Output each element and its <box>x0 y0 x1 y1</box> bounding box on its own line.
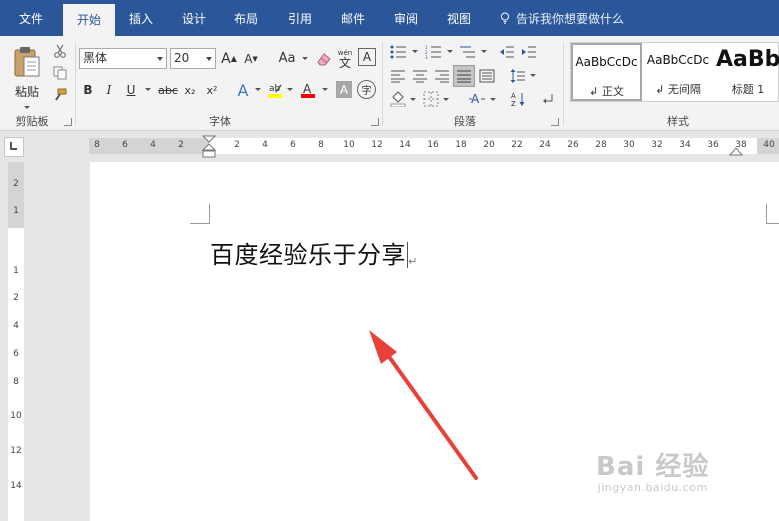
watermark-url: jingyan.baidu.com <box>597 481 708 494</box>
annotation-arrow <box>369 330 478 480</box>
baidu-watermark: Bai 经验 jingyan.baidu.com <box>596 446 709 494</box>
watermark-logo: Bai 经验 <box>596 452 710 482</box>
